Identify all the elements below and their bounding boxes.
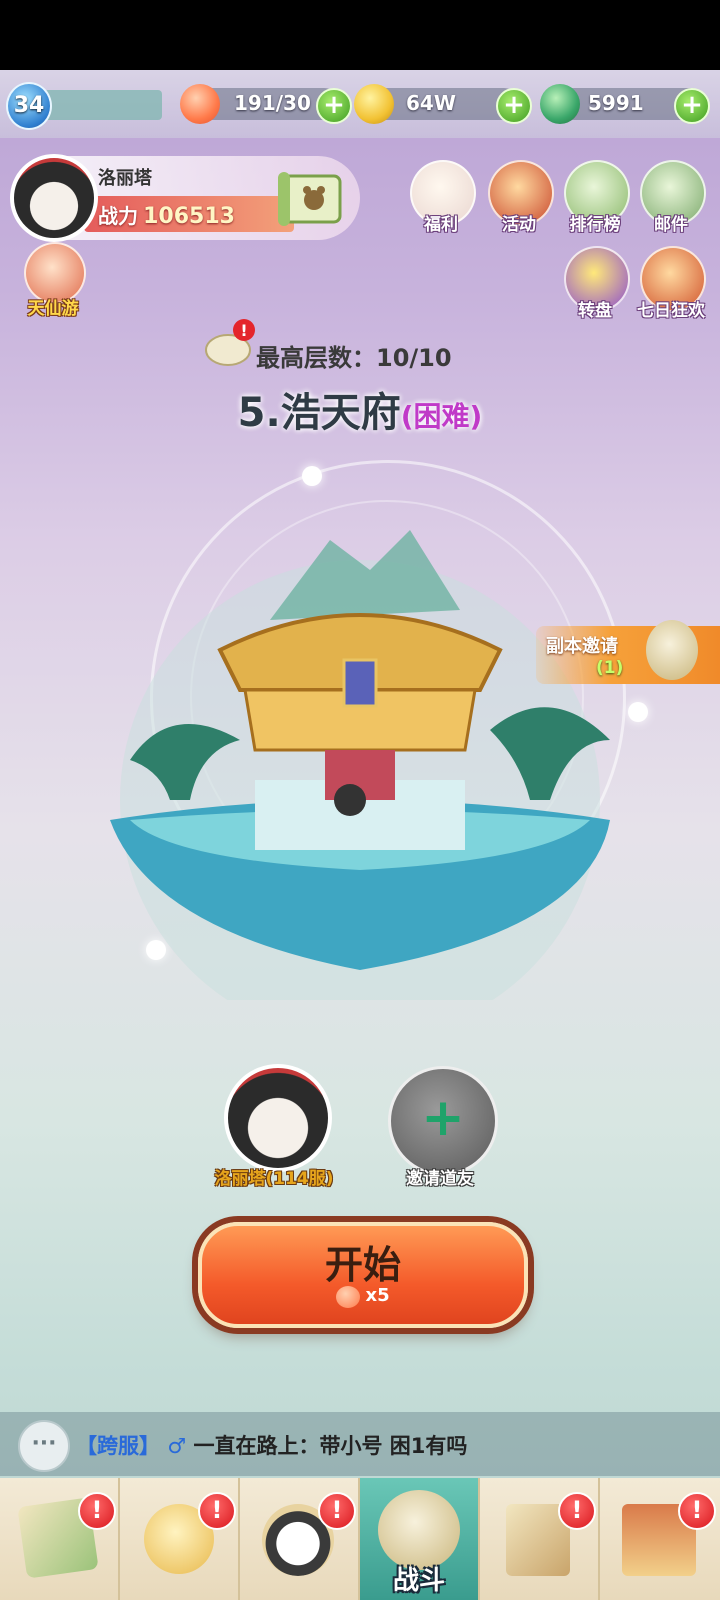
mail-label: 邮件 [654,215,688,235]
left-icon-label: 天仙游 [27,299,79,319]
start-cost: x5 [202,1285,524,1308]
nav-bag[interactable]: ! [120,1478,240,1600]
ellipsis-icon: ··· [31,1431,57,1456]
seven-day-label: 七日狂欢 [637,301,705,321]
welfare-label: 福利 [424,215,458,235]
level-badge[interactable]: 34 [6,82,52,130]
peach-icon [336,1285,361,1308]
chat-message: 【跨服】 ♂ 一直在路上：带小号 困1有吗 [76,1430,467,1460]
start-label: 开始 [324,1243,401,1287]
nav-book[interactable]: ! [480,1478,600,1600]
team-member-avatar[interactable] [224,1064,332,1172]
nav-battle[interactable]: 战斗 [360,1478,480,1600]
add-coins-button[interactable]: + [496,88,532,124]
jade-value: 5991 [588,91,644,115]
status-bar [0,0,720,70]
nav-map[interactable]: ! [0,1478,120,1600]
player-avatar[interactable] [10,154,98,242]
floor-bag-icon[interactable]: ! [200,316,256,368]
nav-battle-label: 战斗 [392,1566,445,1596]
add-jade-button[interactable]: + [674,88,710,124]
stage-title: 5.浩天府(困难) [140,380,580,438]
orbit-dot [302,466,322,486]
plus-icon: + [421,1088,465,1148]
xp-bar [44,90,162,120]
battle-bag-icon [378,1490,460,1570]
chat-channel: 【跨服】 [76,1434,160,1458]
player-name: 洛丽塔 [98,168,152,189]
peach-icon [180,84,220,124]
coin-value: 64W [406,91,456,115]
nav-badge: ! [318,1492,356,1530]
scroll-icon[interactable] [274,168,350,230]
chat-content: 一直在路上：带小号 困1有吗 [193,1434,468,1458]
stage-difficulty: (困难) [400,400,483,433]
start-cost-value: x5 [365,1285,390,1306]
power-label: 战力 [98,204,138,228]
power-row: 战力 106513 [98,200,235,229]
invite-bag-icon [646,620,698,680]
gender-icon: ♂ [167,1434,187,1458]
start-button[interactable]: 开始 x5 [198,1222,528,1328]
chat-bubble-icon[interactable]: ··· [18,1420,70,1472]
invite-tab-label: 副本邀请 [546,636,618,657]
stage-island-image[interactable] [70,500,650,1000]
stamina-value: 191/30 [234,91,311,115]
nav-badge: ! [198,1492,236,1530]
power-value: 106513 [143,204,235,229]
add-stamina-button[interactable]: + [316,88,352,124]
team-member-label: 洛丽塔(114服) [214,1169,334,1189]
stage-name: 5.浩天府 [237,390,401,436]
invite-friend-slot[interactable]: + [388,1066,498,1176]
nav-pet[interactable]: ! [240,1478,360,1600]
invite-friend-label: 邀请道友 [406,1169,474,1189]
nav-badge: ! [678,1492,716,1530]
jade-dragon-icon [540,84,580,124]
nav-badge: ! [558,1492,596,1530]
invite-tab-count: (1) [596,658,624,678]
nav-badge: ! [78,1492,116,1530]
nav-sect[interactable]: ! [600,1478,718,1600]
coin-icon [354,84,394,124]
svg-text:!: ! [240,321,247,340]
max-floor-label: 最高层数：10/10 [256,344,452,372]
